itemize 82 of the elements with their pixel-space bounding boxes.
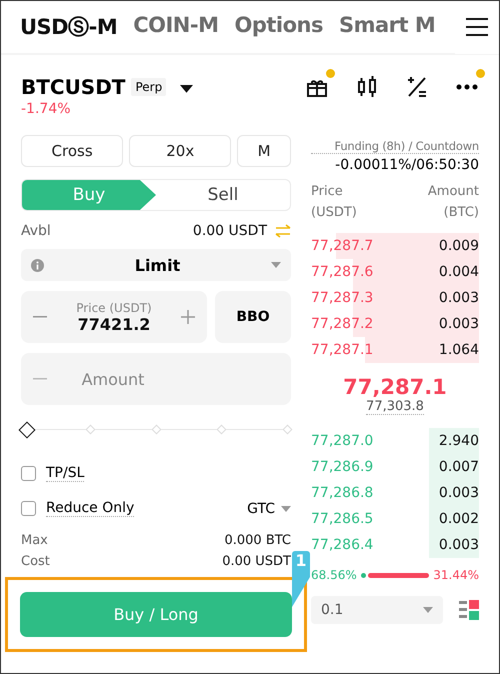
minus-icon[interactable] — [33, 378, 47, 380]
available-label: Avbl — [21, 223, 51, 239]
ask-price: 77,287.1 — [311, 342, 374, 358]
ask-amount: 0.003 — [438, 316, 479, 332]
ratio-bar — [360, 572, 430, 578]
info-icon[interactable] — [31, 258, 44, 272]
candlestick-icon[interactable] — [356, 75, 378, 99]
symbol-name[interactable]: BTCUSDT — [21, 75, 126, 99]
more-icon[interactable] — [456, 84, 478, 90]
summary-label: Max — [21, 533, 48, 548]
available-value: 0.00 USDT — [192, 223, 267, 239]
bid-row[interactable]: 77,286.9 0.007 — [311, 454, 479, 480]
ask-row[interactable]: 77,287.6 0.004 — [311, 259, 479, 285]
price-field[interactable]: Price (USDT) 77421.2 — [21, 291, 207, 343]
ask-amount: 0.003 — [438, 290, 479, 306]
ask-row[interactable]: 77,287.7 0.009 — [311, 233, 479, 259]
bbo-button[interactable]: BBO — [215, 291, 291, 343]
market-tab[interactable]: Options — [234, 13, 323, 41]
bid-price: 77,286.9 — [311, 459, 374, 475]
checkbox[interactable] — [21, 501, 36, 516]
bid-price: 77,286.5 — [311, 511, 374, 527]
side-tab[interactable]: Sell — [156, 180, 290, 210]
ask-price: 77,287.7 — [311, 238, 374, 254]
column-header: Amount (BTC) — [428, 183, 479, 222]
last-price: 77,287.1 — [342, 375, 448, 399]
order-type-select[interactable]: Limit — [21, 249, 291, 281]
margin-setting-button[interactable]: 20x — [129, 135, 232, 167]
margin-setting-button[interactable]: Cross — [21, 135, 124, 167]
summary-label: Cost — [21, 554, 50, 569]
caret-icon — [423, 607, 433, 613]
column-header: Price (USDT) — [311, 183, 357, 222]
option-label: TP/SL — [46, 465, 84, 482]
caret-icon — [281, 506, 291, 512]
bid-price: 77,286.8 — [311, 485, 374, 501]
bid-amount: 0.003 — [438, 485, 479, 501]
perp-badge: Perp — [131, 78, 166, 96]
bid-row[interactable]: 77,286.8 0.003 — [311, 480, 479, 506]
transfer-icon[interactable] — [275, 224, 291, 238]
funding-value: -0.00011%/06:50:30 — [334, 157, 479, 173]
minus-icon[interactable] — [33, 316, 47, 318]
caret-icon — [271, 262, 281, 268]
bid-price: 77,286.4 — [311, 537, 374, 553]
ask-amount: 1.064 — [438, 342, 479, 358]
ask-row[interactable]: 77,287.3 0.003 — [311, 285, 479, 311]
price-change: -1.74% — [20, 101, 72, 117]
mark-price: 77,303.8 — [366, 399, 424, 415]
bid-row[interactable]: 77,287.0 2.940 — [311, 428, 479, 454]
bid-amount: 0.003 — [438, 537, 479, 553]
summary-value: 0.00 USDT — [222, 554, 291, 569]
margin-setting-button[interactable]: M — [237, 135, 291, 167]
menu-icon[interactable] — [466, 18, 488, 36]
ask-amount: 0.004 — [438, 264, 479, 280]
bid-amount: 0.002 — [438, 511, 479, 527]
buy-ratio: 68.56% — [311, 568, 357, 582]
ask-price: 77,287.2 — [311, 316, 374, 332]
market-tab[interactable]: Smart M — [339, 13, 436, 41]
bid-amount: 0.007 — [438, 459, 479, 475]
funding-label: Funding (8h) / Countdown — [311, 139, 479, 154]
summary-value: 0.000 BTC — [224, 533, 291, 548]
step-number: 1 — [292, 551, 310, 577]
ask-amount: 0.009 — [438, 238, 479, 254]
plus-icon[interactable] — [181, 310, 195, 324]
callout-arrow — [292, 577, 310, 607]
plus-minus-icon[interactable] — [405, 75, 429, 99]
market-tab[interactable]: COIN-M — [133, 13, 218, 41]
layout-icon[interactable] — [459, 600, 479, 620]
bid-price: 77,287.0 — [311, 433, 374, 449]
checkbox[interactable] — [21, 466, 36, 481]
precision-select[interactable]: 0.1 — [311, 596, 443, 624]
ask-row[interactable]: 77,287.2 0.003 — [311, 311, 479, 337]
ask-price: 77,287.6 — [311, 264, 374, 280]
sell-ratio: 31.44% — [433, 568, 479, 582]
amount-slider[interactable] — [21, 423, 291, 437]
bid-row[interactable]: 77,286.4 0.003 — [311, 532, 479, 558]
time-in-force-select[interactable]: GTC — [247, 500, 291, 516]
ask-price: 77,287.3 — [311, 290, 374, 306]
option-label: Reduce Only — [46, 500, 134, 517]
caret-icon — [180, 84, 194, 92]
bid-row[interactable]: 77,286.5 0.002 — [311, 506, 479, 532]
ask-row[interactable]: 77,287.1 1.064 — [311, 337, 479, 363]
market-tab[interactable]: USDⓈ-M — [20, 13, 118, 41]
bid-amount: 2.940 — [438, 433, 479, 449]
